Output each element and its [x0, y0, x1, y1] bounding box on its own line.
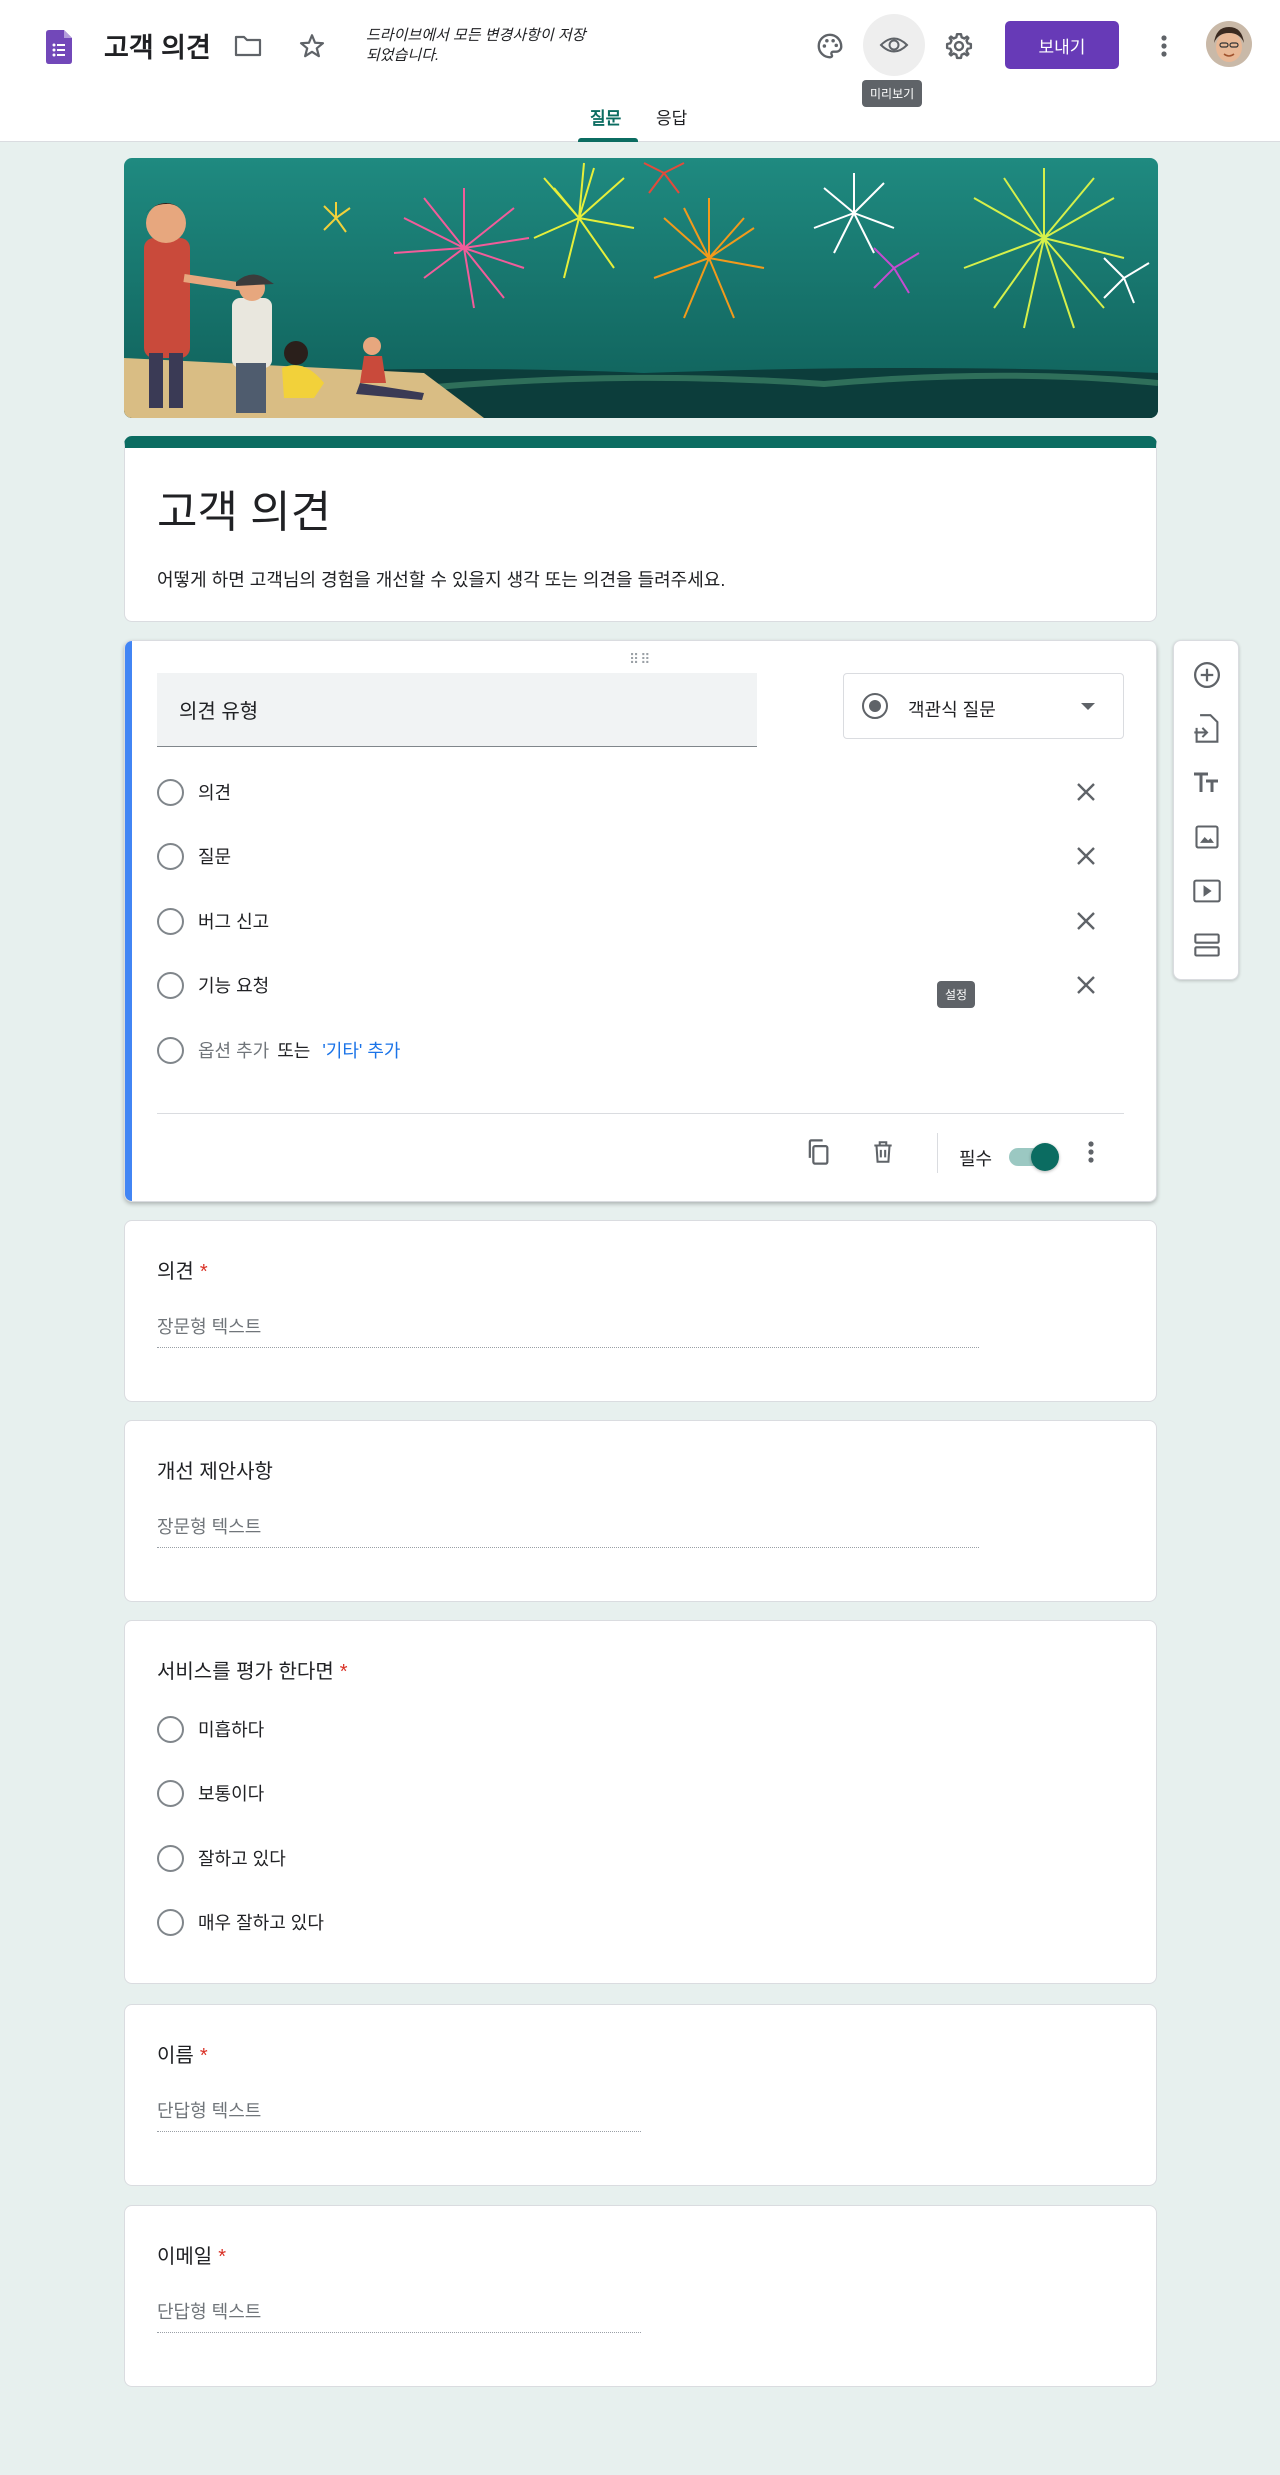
more-vert-icon[interactable] — [1140, 22, 1188, 70]
required-toggle-knob[interactable] — [1031, 1143, 1059, 1171]
question-title: 개선 제안사항 — [157, 1461, 273, 1483]
required-label: 필수 — [959, 1149, 993, 1169]
required-star: * — [218, 2246, 226, 2268]
radio-icon — [157, 1908, 184, 1936]
radio-type-icon — [862, 693, 888, 719]
add-image-icon[interactable] — [1189, 819, 1225, 855]
radio-icon — [157, 1779, 184, 1807]
radio-icon — [157, 907, 184, 935]
question-type-select[interactable]: 객관식 질문 — [843, 673, 1124, 739]
radio-icon — [157, 1036, 184, 1064]
option-item: 매우 잘하고 있다 — [157, 1907, 324, 1937]
more-vert-icon[interactable] — [1074, 1135, 1108, 1169]
long-answer-field: 장문형 텍스트 — [157, 1313, 979, 1348]
add-other-link[interactable]: '기타' 추가 — [322, 1037, 400, 1063]
tab-responses[interactable]: 응답 — [656, 104, 687, 129]
preview-tooltip: 미리보기 — [862, 80, 923, 107]
app-header: 고객 의견 드라이브에서 모든 변경사항이 저장되었습니다. 미리보기 보내기 … — [0, 0, 1280, 142]
duplicate-icon[interactable] — [801, 1135, 835, 1169]
option-item[interactable]: 기능 요청 — [157, 970, 269, 1000]
app-title[interactable]: 고객 의견 — [104, 26, 211, 65]
add-title-icon[interactable] — [1189, 765, 1225, 801]
option-item[interactable]: 의견 — [157, 777, 231, 807]
radio-icon — [157, 971, 184, 999]
option-label: 매우 잘하고 있다 — [198, 1913, 324, 1933]
card-divider — [157, 1113, 1124, 1114]
question-card[interactable]: 의견 * 장문형 텍스트 — [124, 1220, 1157, 1402]
add-option-link[interactable]: 옵션 추가 — [198, 1037, 269, 1063]
tab-questions[interactable]: 질문 — [590, 104, 621, 129]
remove-option-icon[interactable] — [1071, 841, 1101, 871]
option-item: 보통이다 — [157, 1778, 264, 1808]
short-answer-field: 단답형 텍스트 — [157, 2097, 641, 2132]
radio-icon — [157, 778, 184, 806]
add-option-row[interactable]: 옵션 추가 또는 '기타' 추가 — [157, 1035, 401, 1065]
settings-tooltip: 설정 — [937, 981, 976, 1008]
star-icon[interactable] — [288, 22, 336, 70]
add-question-icon[interactable] — [1189, 657, 1225, 693]
send-button[interactable]: 보내기 — [1005, 21, 1119, 69]
footer-divider — [937, 1133, 938, 1173]
add-section-icon[interactable] — [1189, 927, 1225, 963]
form-title[interactable]: 고객 의견 — [157, 476, 331, 540]
question-card[interactable]: 개선 제안사항 장문형 텍스트 — [124, 1420, 1157, 1602]
long-answer-field: 장문형 텍스트 — [157, 1513, 979, 1548]
question-type-label: 객관식 질문 — [908, 700, 996, 720]
form-description[interactable]: 어떻게 하면 고객님의 경험을 개선할 수 있을지 생각 또는 의견을 들려주세… — [157, 566, 725, 592]
option-label[interactable]: 의견 — [198, 779, 231, 805]
save-status: 드라이브에서 모든 변경사항이 저장되었습니다. — [366, 27, 586, 64]
option-item: 미흡하다 — [157, 1714, 264, 1744]
preview-button[interactable] — [863, 14, 925, 76]
floating-toolbar — [1173, 640, 1239, 980]
forms-doc-icon[interactable] — [46, 30, 72, 64]
radio-icon — [157, 1715, 184, 1743]
required-star: * — [199, 1261, 208, 1283]
palette-icon[interactable] — [806, 22, 854, 70]
delete-icon[interactable] — [866, 1135, 900, 1169]
option-label[interactable]: 버그 신고 — [198, 908, 269, 934]
or-label: 또는 — [277, 1041, 311, 1061]
required-star: * — [199, 2045, 208, 2067]
question-card[interactable]: 서비스를 평가 한다면 * 미흡하다 보통이다 잘하고 있다 매우 잘하고 있다 — [124, 1620, 1157, 1984]
option-item[interactable]: 버그 신고 — [157, 906, 269, 936]
header-image — [124, 158, 1158, 418]
question-card[interactable]: 이름 * 단답형 텍스트 — [124, 2004, 1157, 2186]
add-video-icon[interactable] — [1189, 873, 1225, 909]
option-item: 잘하고 있다 — [157, 1843, 286, 1873]
option-item[interactable]: 질문 — [157, 841, 231, 871]
question-title: 이메일 * — [157, 2246, 226, 2268]
question-title: 의견 * — [157, 1261, 208, 1283]
avatar[interactable] — [1206, 21, 1252, 67]
short-answer-field: 단답형 텍스트 — [157, 2298, 641, 2333]
remove-option-icon[interactable] — [1071, 970, 1101, 1000]
remove-option-icon[interactable] — [1071, 906, 1101, 936]
tab-indicator — [578, 138, 638, 142]
question-title: 이름 * — [157, 2045, 208, 2067]
radio-icon — [157, 842, 184, 870]
option-label: 잘하고 있다 — [198, 1849, 286, 1869]
question-title-input[interactable]: 의견 유형 — [157, 673, 757, 747]
form-title-card[interactable]: 고객 의견 어떻게 하면 고객님의 경험을 개선할 수 있을지 생각 또는 의견… — [124, 436, 1157, 622]
import-questions-icon[interactable] — [1189, 711, 1225, 747]
question-card[interactable]: 이메일 * 단답형 텍스트 — [124, 2205, 1157, 2387]
remove-option-icon[interactable] — [1071, 777, 1101, 807]
folder-icon[interactable] — [224, 22, 272, 70]
option-label[interactable]: 기능 요청 — [198, 972, 269, 998]
question-title: 서비스를 평가 한다면 * — [157, 1661, 348, 1683]
active-question-card[interactable]: ⠿⠿ 의견 유형 객관식 질문 의견 질문 버그 신고 기능 요청 설정 옵션 … — [124, 640, 1157, 1202]
option-label[interactable]: 질문 — [198, 843, 231, 869]
dropdown-arrow-icon — [1081, 703, 1095, 710]
option-label: 보통이다 — [198, 1784, 265, 1804]
gear-icon[interactable] — [935, 22, 983, 70]
active-indicator — [125, 641, 132, 1201]
radio-icon — [157, 1844, 184, 1872]
required-star: * — [339, 1661, 348, 1683]
drag-handle-icon[interactable]: ⠿⠿ — [629, 651, 652, 668]
option-label: 미흡하다 — [198, 1720, 265, 1740]
eye-icon — [879, 37, 909, 53]
